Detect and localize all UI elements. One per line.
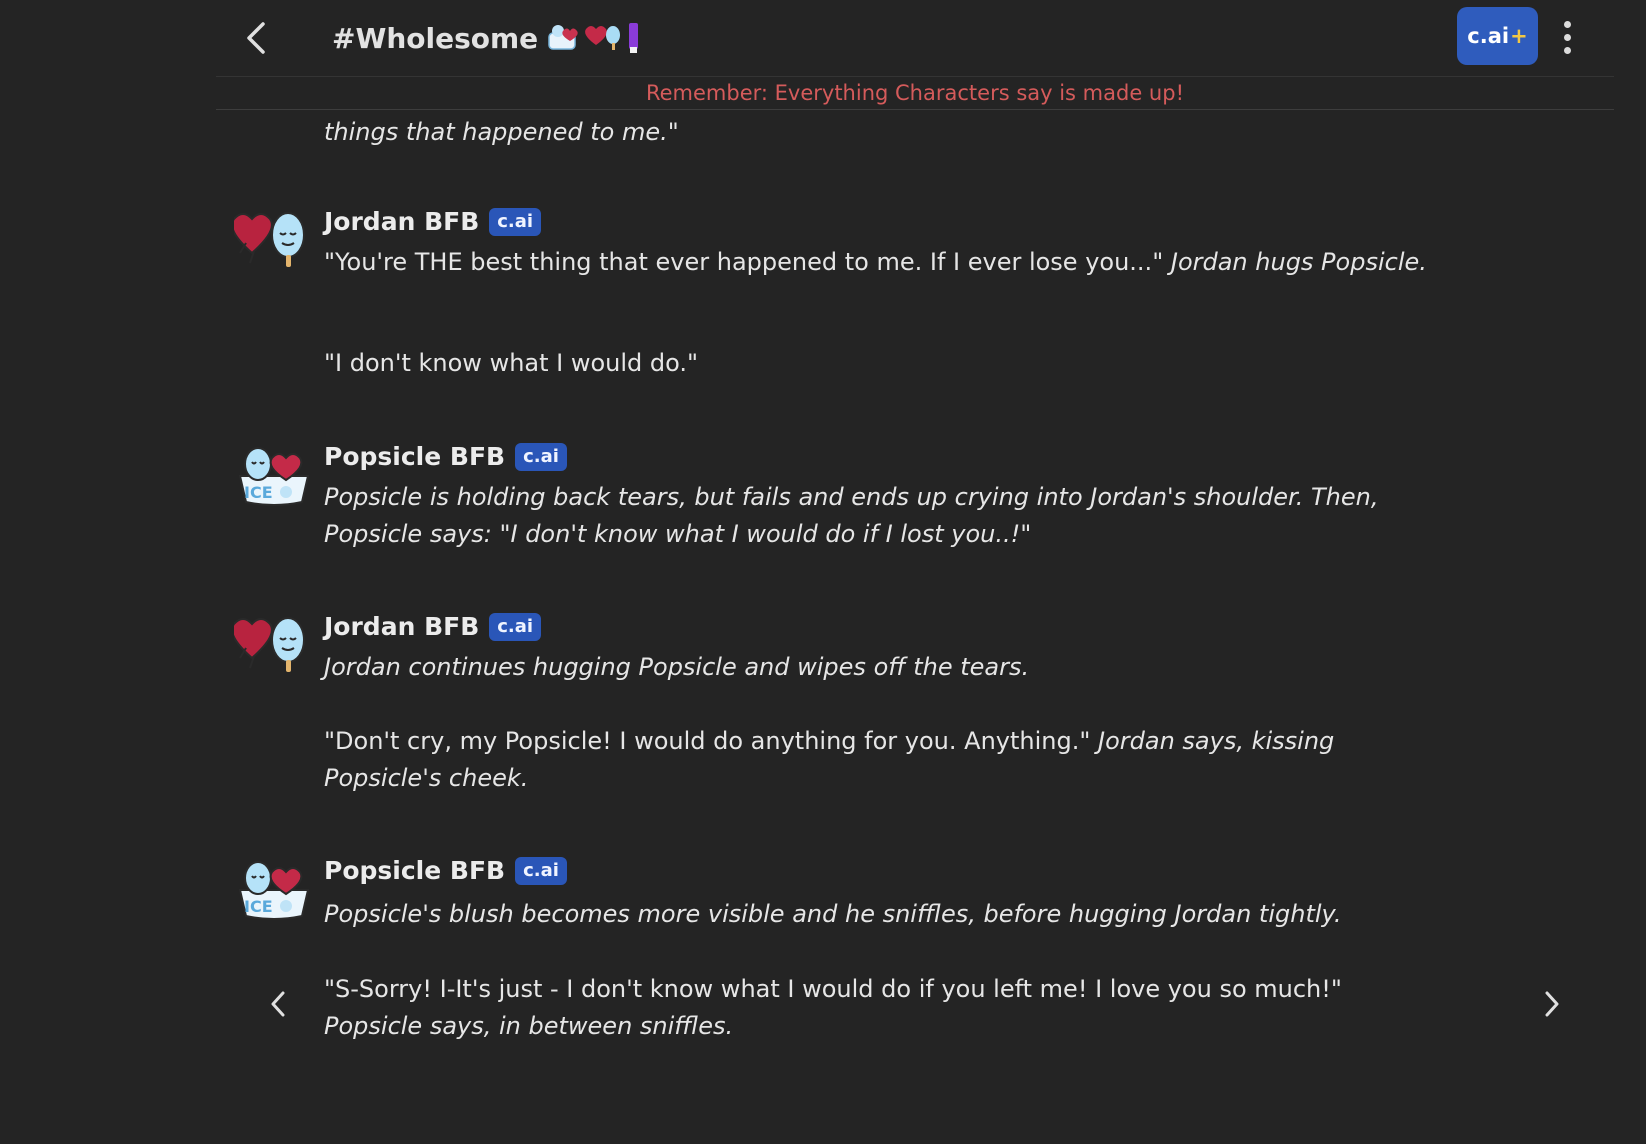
chevron-right-icon xyxy=(1545,991,1559,1017)
back-button[interactable] xyxy=(236,18,276,58)
svg-text:ICE: ICE xyxy=(244,483,273,502)
message-paragraph: "You're THE best thing that ever happene… xyxy=(324,244,1454,281)
message-body: Jordan continues hugging Popsicle and wi… xyxy=(324,649,1424,797)
message-author-row: Popsicle BFB c.ai xyxy=(324,442,567,471)
message-author-row: Jordan BFB c.ai xyxy=(324,207,542,236)
cai-plus-suffix: + xyxy=(1510,24,1528,48)
heart-popsicle-icon xyxy=(585,26,621,50)
title-emoji-group xyxy=(546,21,640,55)
chat-header: #Wholesome c.ai + xyxy=(0,0,1646,76)
message-body: Popsicle's blush becomes more visible an… xyxy=(324,896,1424,1045)
message-paragraph: Jordan continues hugging Popsicle and wi… xyxy=(324,649,1424,686)
message-paragraph: "Don't cry, my Popsicle! I would do anyt… xyxy=(324,723,1424,797)
message-action-text: Jordan continues hugging Popsicle and wi… xyxy=(324,653,1030,681)
message-paragraph: Popsicle is holding back tears, but fail… xyxy=(324,479,1424,553)
previous-response-button[interactable] xyxy=(260,982,296,1026)
message-action-text: Popsicle is holding back tears, but fail… xyxy=(324,483,1379,511)
partial-message-text: things that happened to me." xyxy=(324,118,679,146)
message-action-text: Popsicle says: "I don't know what I woul… xyxy=(324,520,1032,548)
message-text: "You're THE best thing that ever happene… xyxy=(324,248,1171,276)
cai-badge: c.ai xyxy=(489,612,542,641)
cai-badge: c.ai xyxy=(489,207,542,236)
kebab-dot xyxy=(1563,33,1571,41)
kebab-dot xyxy=(1563,20,1571,28)
disclaimer-banner: Remember: Everything Characters say is m… xyxy=(645,81,1184,105)
popsicle-avatar: ICE xyxy=(238,861,310,920)
message-author-row: Popsicle BFB c.ai xyxy=(324,856,567,885)
message-action-text: Jordan says, kissing xyxy=(1098,727,1335,755)
message-author-row: Jordan BFB c.ai xyxy=(324,612,542,641)
message-text: "Don't cry, my Popsicle! I would do anyt… xyxy=(324,727,1099,755)
chat-messages: things that happened to me." Jordan BFB … xyxy=(0,112,1646,1144)
cai-badge: c.ai xyxy=(515,856,567,885)
message-paragraph: Popsicle's blush becomes more visible an… xyxy=(324,896,1424,933)
header-divider xyxy=(216,76,1614,77)
cai-plus-button[interactable]: c.ai + xyxy=(1457,7,1538,65)
message-paragraph: "S-Sorry! I-It's just - I don't know wha… xyxy=(324,971,1424,1045)
svg-text:ICE: ICE xyxy=(244,897,273,916)
message-author: Jordan BFB xyxy=(324,207,480,236)
message-author: Popsicle BFB xyxy=(324,442,506,471)
disclaimer-divider xyxy=(216,109,1614,110)
jordan-avatar xyxy=(234,617,305,672)
chat-title-text: #Wholesome xyxy=(332,21,539,55)
message-action-text: Jordan hugs Popsicle. xyxy=(1170,248,1427,276)
popsicle-avatar: ICE xyxy=(238,447,310,506)
cai-plus-label: c.ai xyxy=(1467,24,1510,48)
purple-bar-icon xyxy=(629,23,639,53)
ice-cube-heart-icon xyxy=(548,25,578,50)
kebab-menu-button[interactable] xyxy=(1552,16,1582,58)
jordan-avatar xyxy=(234,212,305,267)
message-body: Popsicle is holding back tears, but fail… xyxy=(324,479,1424,553)
message-action-text: Popsicle's blush becomes more visible an… xyxy=(324,900,1342,928)
message-text: "I don't know what I would do." xyxy=(324,349,699,377)
chevron-left-icon xyxy=(247,22,265,54)
message-action-text: Popsicle says, in between sniffles. xyxy=(324,1012,734,1040)
next-response-button[interactable] xyxy=(1534,982,1570,1026)
message-action-text: Popsicle's cheek. xyxy=(324,764,529,792)
kebab-dot xyxy=(1563,46,1571,54)
chat-title: #Wholesome xyxy=(332,18,640,58)
message-body: "You're THE best thing that ever happene… xyxy=(324,244,1454,382)
cai-badge: c.ai xyxy=(515,442,567,471)
message-text: "S-Sorry! I-It's just - I don't know wha… xyxy=(324,975,1342,1003)
message-author: Popsicle BFB xyxy=(324,856,506,885)
chevron-left-icon xyxy=(271,991,285,1017)
message-author: Jordan BFB xyxy=(324,612,480,641)
message-paragraph: "I don't know what I would do." xyxy=(324,345,1454,382)
